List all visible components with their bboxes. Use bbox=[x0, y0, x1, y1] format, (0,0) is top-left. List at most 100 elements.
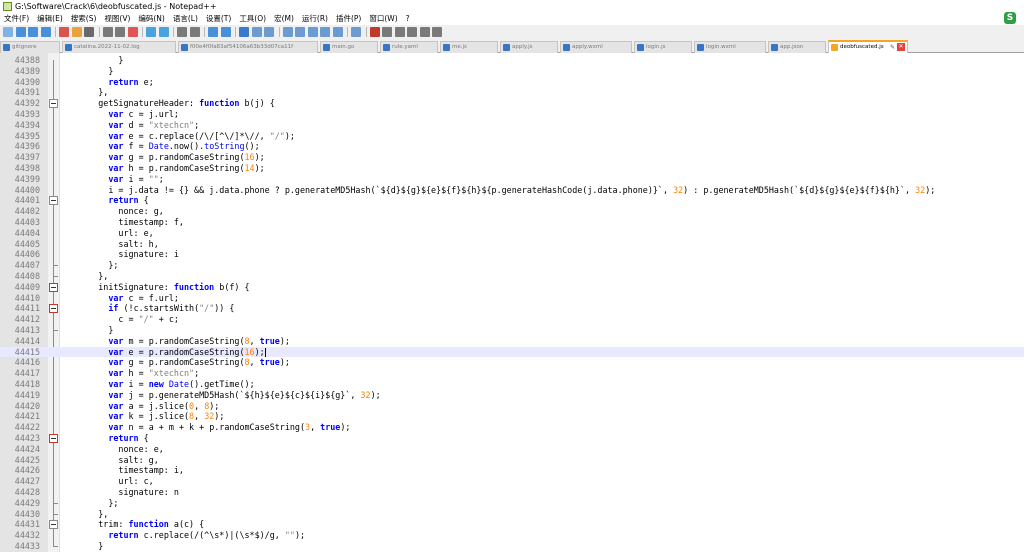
code-line[interactable]: 44429 }; bbox=[0, 498, 1024, 509]
menu-item-10[interactable]: 插件(P) bbox=[336, 13, 361, 25]
toolbar-button-icon-32[interactable] bbox=[351, 27, 361, 37]
code-editor[interactable]: 44388 } 44389 } 44390 return e; 44391 }, 443… bbox=[0, 53, 1024, 552]
tab-4[interactable]: rule.yaml bbox=[380, 41, 438, 53]
code-line[interactable]: 44426 timestamp: i, bbox=[0, 465, 1024, 476]
menu-item-4[interactable]: 编码(N) bbox=[138, 13, 164, 25]
menu-item-6[interactable]: 设置(T) bbox=[206, 13, 231, 25]
toolbar-button-icon-3[interactable] bbox=[40, 27, 51, 37]
code-line[interactable]: 44401 return { bbox=[0, 195, 1024, 206]
toolbar-button-icon-19[interactable] bbox=[208, 27, 218, 37]
code-line[interactable]: 44431 trim: function a(c) { bbox=[0, 519, 1024, 530]
code-line[interactable]: 44408 }, bbox=[0, 271, 1024, 282]
toolbar-button-icon-22[interactable] bbox=[239, 27, 249, 37]
toolbar-button-icon-9[interactable] bbox=[102, 27, 113, 37]
toolbar-button-icon-24[interactable] bbox=[264, 27, 274, 37]
toolbar-button-icon-11[interactable] bbox=[127, 27, 138, 37]
toolbar-button-icon-30[interactable] bbox=[332, 27, 343, 37]
code-line[interactable]: 44400 i = j.data != {} && j.data.phone ?… bbox=[0, 185, 1024, 196]
code-line[interactable]: 44403 timestamp: f, bbox=[0, 217, 1024, 228]
toolbar-button-icon-26[interactable] bbox=[282, 27, 293, 37]
code-line[interactable]: 44388 } bbox=[0, 55, 1024, 66]
code-line[interactable]: 44410 var c = f.url; bbox=[0, 293, 1024, 304]
code-line[interactable]: 44419 var j = p.generateMD5Hash(`${h}${e… bbox=[0, 390, 1024, 401]
code-line[interactable]: 44389 } bbox=[0, 66, 1024, 77]
code-line[interactable]: 44416 var g = p.randomCaseString(8, true… bbox=[0, 357, 1024, 368]
tab-7[interactable]: apply.wxml bbox=[560, 41, 632, 53]
tab-9[interactable]: login.wxml bbox=[694, 41, 766, 53]
menu-item-8[interactable]: 宏(M) bbox=[274, 13, 294, 25]
toolbar-button-icon-10[interactable] bbox=[115, 27, 125, 37]
code-line[interactable]: 44421 var k = j.slice(8, 32); bbox=[0, 411, 1024, 422]
code-line[interactable]: 44398 var h = p.randomCaseString(14); bbox=[0, 163, 1024, 174]
code-line[interactable]: 44397 var g = p.randomCaseString(16); bbox=[0, 152, 1024, 163]
tab-6[interactable]: apply.js bbox=[500, 41, 558, 53]
code-line[interactable]: 44424 nonce: e, bbox=[0, 444, 1024, 455]
menu-item-9[interactable]: 运行(R) bbox=[302, 13, 328, 25]
tab-3[interactable]: main.go bbox=[320, 41, 378, 53]
toolbar-button-icon-1[interactable] bbox=[15, 27, 26, 37]
tab-0[interactable]: gitignore bbox=[0, 41, 60, 53]
toolbar-button-icon-17[interactable] bbox=[189, 27, 200, 37]
pin-icon[interactable]: ✎ bbox=[890, 42, 895, 53]
code-line[interactable]: 44413 } bbox=[0, 325, 1024, 336]
code-line[interactable]: 44423 return { bbox=[0, 433, 1024, 444]
toolbar-button-icon-23[interactable] bbox=[251, 27, 262, 37]
menu-item-7[interactable]: 工具(O) bbox=[239, 13, 266, 25]
toolbar-button-icon-38[interactable] bbox=[419, 27, 430, 37]
toolbar-button-icon-28[interactable] bbox=[307, 27, 318, 37]
toolbar-button-icon-35[interactable] bbox=[382, 27, 392, 37]
tab-1[interactable]: catalina.2022-11-02.log bbox=[62, 41, 176, 53]
code-line[interactable]: 44417 var h = "xtechcn"; bbox=[0, 368, 1024, 379]
menu-item-2[interactable]: 搜索(S) bbox=[71, 13, 97, 25]
code-line[interactable]: 44411 if (!c.startsWith("/")) { bbox=[0, 303, 1024, 314]
code-line[interactable]: 44392 getSignatureHeader: function b(j) … bbox=[0, 98, 1024, 109]
code-line[interactable]: 44430 }, bbox=[0, 509, 1024, 520]
code-line[interactable]: 44393 var c = j.url; bbox=[0, 109, 1024, 120]
code-line[interactable]: 44420 var a = j.slice(0, 8); bbox=[0, 401, 1024, 412]
toolbar-button-icon-6[interactable] bbox=[71, 27, 82, 37]
code-line[interactable]: 44404 url: e, bbox=[0, 228, 1024, 239]
toolbar-button-icon-0[interactable] bbox=[3, 27, 13, 37]
tab-8[interactable]: login.js bbox=[634, 41, 692, 53]
toolbar-button-icon-16[interactable] bbox=[177, 27, 187, 37]
toolbar-button-icon-2[interactable] bbox=[28, 27, 38, 37]
code-line[interactable]: 44412 c = "/" + c; bbox=[0, 314, 1024, 325]
tab-2[interactable]: f00e4f0fa83af54106a63b33d07ca11f bbox=[178, 41, 318, 53]
code-line[interactable]: 44402 nonce: g, bbox=[0, 206, 1024, 217]
toolbar-button-icon-39[interactable] bbox=[432, 27, 442, 37]
toolbar-button-icon-29[interactable] bbox=[320, 27, 330, 37]
toolbar-button-icon-20[interactable] bbox=[220, 27, 231, 37]
toolbar-button-icon-34[interactable] bbox=[369, 27, 380, 37]
tab-5[interactable]: me.js bbox=[440, 41, 498, 53]
code-line[interactable]: 44396 var f = Date.now().toString(); bbox=[0, 141, 1024, 152]
toolbar-button-icon-5[interactable] bbox=[59, 27, 69, 37]
code-line[interactable]: 44418 var i = new Date().getTime(); bbox=[0, 379, 1024, 390]
code-line[interactable]: 44428 signature: n bbox=[0, 487, 1024, 498]
menu-item-11[interactable]: 窗口(W) bbox=[369, 13, 397, 25]
menu-item-0[interactable]: 文件(F) bbox=[4, 13, 29, 25]
code-line[interactable]: 44432 return c.replace(/(^\s*)|(\s*$)/g,… bbox=[0, 530, 1024, 541]
code-line[interactable]: 44405 salt: h, bbox=[0, 239, 1024, 250]
code-line[interactable]: 44394 var d = "xtechcn"; bbox=[0, 120, 1024, 131]
code-line[interactable]: 44391 }, bbox=[0, 87, 1024, 98]
code-line[interactable]: 44409 initSignature: function b(f) { bbox=[0, 282, 1024, 293]
code-line[interactable]: 44414 var m = p.randomCaseString(8, true… bbox=[0, 336, 1024, 347]
code-line[interactable]: 44407 }; bbox=[0, 260, 1024, 271]
menu-item-5[interactable]: 语言(L) bbox=[173, 13, 198, 25]
toolbar-button-icon-27[interactable] bbox=[295, 27, 305, 37]
toolbar-button-icon-14[interactable] bbox=[158, 27, 169, 37]
toolbar-button-icon-37[interactable] bbox=[407, 27, 417, 37]
code-line[interactable]: 44433 } bbox=[0, 541, 1024, 552]
close-tab-icon[interactable]: ✕ bbox=[897, 43, 905, 51]
code-line[interactable]: 44406 signature: i bbox=[0, 249, 1024, 260]
toolbar-button-icon-7[interactable] bbox=[84, 27, 94, 37]
code-line[interactable]: 44415 var e = p.randomCaseString(16); bbox=[0, 346, 1024, 358]
code-line[interactable]: 44395 var e = c.replace(/\/[^\/]*\//, "/… bbox=[0, 131, 1024, 142]
tab-10[interactable]: app.json bbox=[768, 41, 826, 53]
toolbar-button-icon-36[interactable] bbox=[394, 27, 405, 37]
code-line[interactable]: 44390 return e; bbox=[0, 77, 1024, 88]
code-line[interactable]: 44422 var n = a + m + k + p.randomCaseSt… bbox=[0, 422, 1024, 433]
menu-item-3[interactable]: 视图(V) bbox=[104, 13, 130, 25]
code-line[interactable]: 44427 url: c, bbox=[0, 476, 1024, 487]
code-line[interactable]: 44425 salt: g, bbox=[0, 455, 1024, 466]
